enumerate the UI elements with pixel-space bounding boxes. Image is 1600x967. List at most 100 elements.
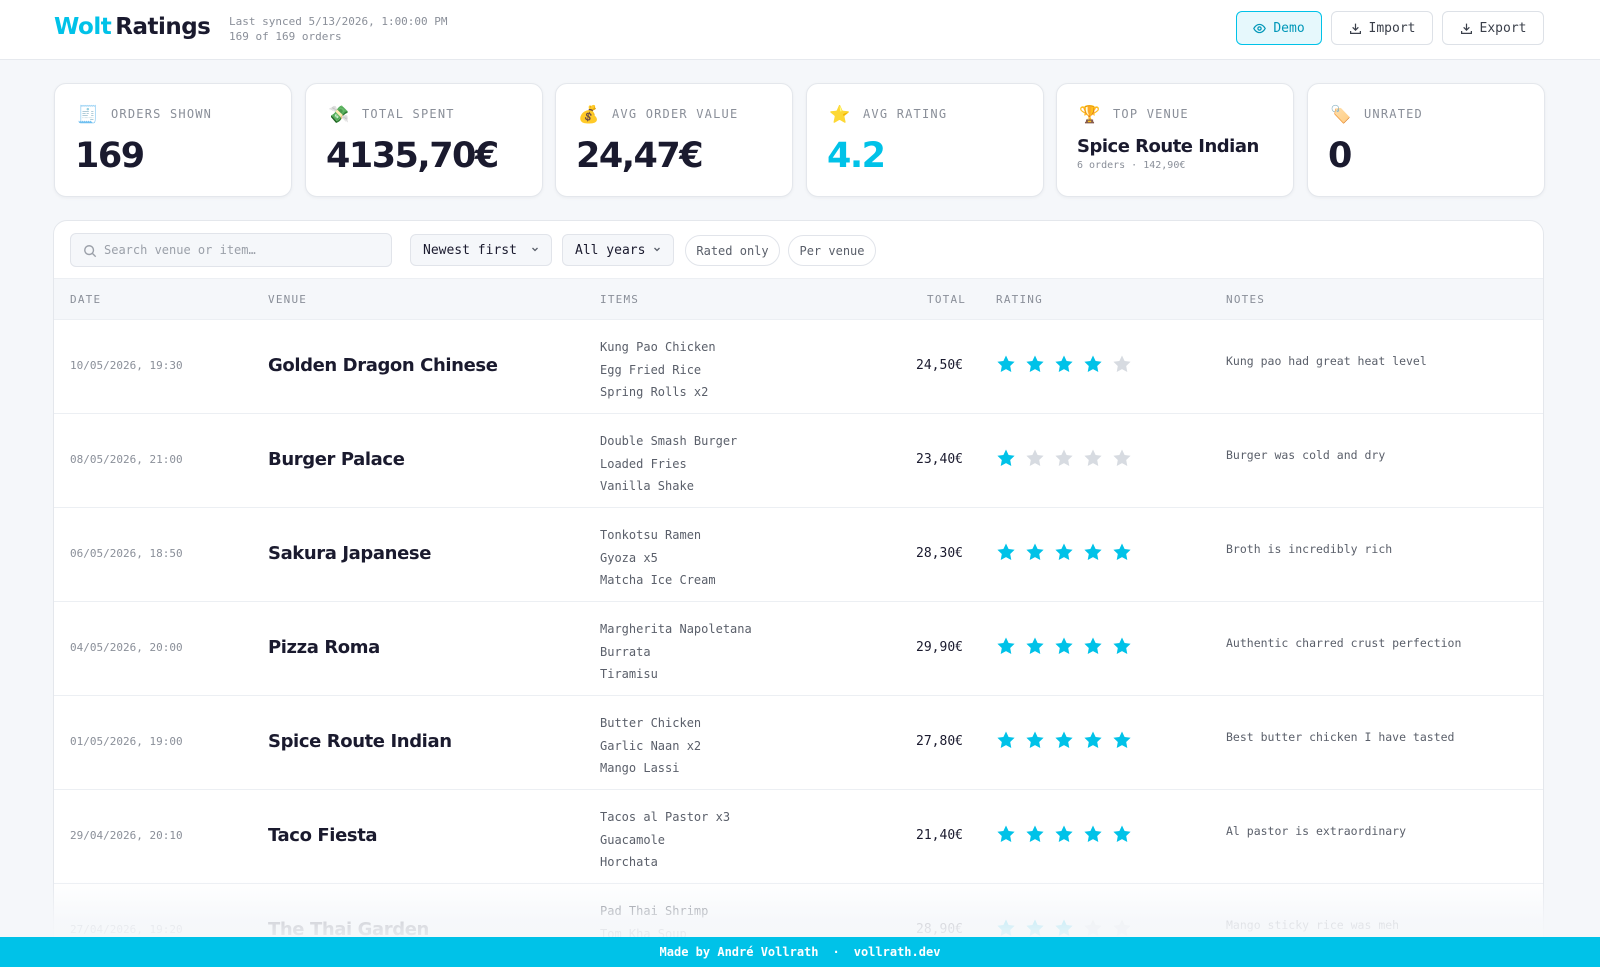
table-row[interactable]: 01/05/2026, 19:00 Spice Route Indian Butte… bbox=[54, 696, 1543, 790]
money-bag-icon: 💰 bbox=[578, 105, 600, 125]
star-empty-icon[interactable] bbox=[1083, 918, 1103, 938]
star-filled-icon[interactable] bbox=[1112, 824, 1132, 844]
star-filled-icon[interactable] bbox=[1054, 824, 1074, 844]
order-note[interactable]: Al pastor is extraordinary bbox=[1226, 824, 1406, 838]
tag-icon: 🏷️ bbox=[1330, 105, 1352, 125]
star-filled-icon[interactable] bbox=[1112, 636, 1132, 656]
venue-name: Sakura Japanese bbox=[268, 543, 432, 564]
column-header-venue[interactable]: VENUE bbox=[268, 293, 307, 306]
star-empty-icon[interactable] bbox=[1112, 448, 1132, 468]
demo-button[interactable]: Demo bbox=[1236, 11, 1322, 45]
export-label: Export bbox=[1479, 20, 1527, 36]
order-item: Horchata bbox=[600, 855, 658, 869]
star-filled-icon[interactable] bbox=[1112, 542, 1132, 562]
table-row[interactable]: 06/05/2026, 18:50 Sakura Japanese Tonkotsu… bbox=[54, 508, 1543, 602]
star-filled-icon[interactable] bbox=[1083, 824, 1103, 844]
star-filled-icon[interactable] bbox=[1083, 636, 1103, 656]
star-empty-icon[interactable] bbox=[1054, 448, 1074, 468]
star-filled-icon[interactable] bbox=[996, 448, 1016, 468]
star-filled-icon[interactable] bbox=[1054, 730, 1074, 750]
star-filled-icon[interactable] bbox=[996, 918, 1016, 938]
star-filled-icon[interactable] bbox=[996, 542, 1016, 562]
star-rating[interactable] bbox=[996, 824, 1132, 844]
order-item: Matcha Ice Cream bbox=[600, 573, 716, 587]
star-filled-icon[interactable] bbox=[1083, 730, 1103, 750]
stat-value: 4135,70€ bbox=[326, 136, 499, 176]
stat-label: TOTAL SPENT bbox=[362, 107, 455, 121]
order-item: Loaded Fries bbox=[600, 456, 687, 471]
order-item: Kung Pao Chicken bbox=[600, 340, 716, 354]
star-filled-icon[interactable] bbox=[1025, 542, 1045, 562]
rated-only-toggle[interactable]: Rated only bbox=[685, 235, 780, 266]
star-filled-icon[interactable] bbox=[1025, 824, 1045, 844]
star-rating[interactable] bbox=[996, 918, 1132, 938]
star-filled-icon[interactable] bbox=[996, 824, 1016, 844]
table-header: DATE VENUE ITEMS TOTAL RATING NOTES bbox=[54, 278, 1543, 320]
search-box[interactable] bbox=[70, 233, 392, 267]
table-row[interactable]: 10/05/2026, 19:30 Golden Dragon Chinese Ku… bbox=[54, 320, 1543, 414]
footer-separator: · bbox=[832, 945, 840, 959]
star-filled-icon[interactable] bbox=[1025, 636, 1045, 656]
star-empty-icon[interactable] bbox=[1112, 354, 1132, 374]
footer-site-link[interactable]: vollrath.dev bbox=[854, 945, 941, 959]
star-empty-icon[interactable] bbox=[1112, 918, 1132, 938]
star-filled-icon[interactable] bbox=[1083, 542, 1103, 562]
star-filled-icon[interactable] bbox=[996, 730, 1016, 750]
column-header-date[interactable]: DATE bbox=[70, 293, 101, 306]
orders-count-text: 169 of 169 orders bbox=[229, 30, 342, 43]
sort-select[interactable]: Newest first bbox=[410, 234, 552, 266]
order-item: Tiramisu bbox=[600, 667, 658, 681]
download-icon bbox=[1349, 23, 1361, 34]
star-filled-icon[interactable] bbox=[1054, 918, 1074, 938]
star-rating[interactable] bbox=[996, 636, 1132, 656]
order-note[interactable]: Best butter chicken I have tasted bbox=[1226, 730, 1454, 744]
star-rating[interactable] bbox=[996, 354, 1132, 374]
star-empty-icon[interactable] bbox=[1083, 448, 1103, 468]
order-item: Egg Fried Rice bbox=[600, 362, 702, 377]
table-row[interactable]: 04/05/2026, 20:00 Pizza Roma Margherita Na… bbox=[54, 602, 1543, 696]
year-select[interactable]: All years bbox=[562, 234, 674, 266]
star-filled-icon[interactable] bbox=[1054, 636, 1074, 656]
table-row[interactable]: 29/04/2026, 20:10 Taco Fiesta Tacos al Pas… bbox=[54, 790, 1543, 884]
column-header-total[interactable]: TOTAL bbox=[927, 293, 966, 306]
star-filled-icon[interactable] bbox=[1054, 354, 1074, 374]
logo-product: Ratings bbox=[115, 14, 211, 40]
stat-label: AVG ORDER VALUE bbox=[612, 107, 739, 121]
order-item: Double Smash Burger bbox=[600, 434, 738, 448]
order-note[interactable]: Authentic charred crust perfection bbox=[1226, 636, 1461, 650]
star-rating[interactable] bbox=[996, 542, 1132, 562]
stat-card-top-venue: 🏆 TOP VENUE Spice Route Indian 6 orders … bbox=[1056, 83, 1294, 197]
stat-label: AVG RATING bbox=[863, 107, 948, 121]
order-item: Garlic Naan x2 bbox=[600, 738, 702, 753]
venue-name: Pizza Roma bbox=[268, 637, 380, 658]
star-filled-icon[interactable] bbox=[1025, 918, 1045, 938]
star-filled-icon[interactable] bbox=[1054, 542, 1074, 562]
order-item: Tonkotsu Ramen bbox=[600, 528, 702, 542]
order-date: 04/05/2026, 20:00 bbox=[70, 641, 183, 654]
column-header-rating[interactable]: RATING bbox=[996, 293, 1043, 306]
order-total: 24,50€ bbox=[916, 358, 963, 373]
star-filled-icon[interactable] bbox=[996, 354, 1016, 374]
table-row[interactable]: 08/05/2026, 21:00 Burger Palace Double Sma… bbox=[54, 414, 1543, 508]
star-rating[interactable] bbox=[996, 448, 1132, 468]
import-button[interactable]: Import bbox=[1331, 11, 1433, 45]
star-filled-icon[interactable] bbox=[1083, 354, 1103, 374]
order-item: Vanilla Shake bbox=[600, 479, 694, 493]
app-logo[interactable]: Wolt Ratings bbox=[54, 14, 211, 40]
star-filled-icon[interactable] bbox=[1112, 730, 1132, 750]
order-note[interactable]: Burger was cold and dry bbox=[1226, 448, 1385, 462]
star-filled-icon[interactable] bbox=[996, 636, 1016, 656]
star-empty-icon[interactable] bbox=[1025, 448, 1045, 468]
eye-icon bbox=[1253, 23, 1267, 33]
order-note[interactable]: Broth is incredibly rich bbox=[1226, 542, 1392, 556]
order-note[interactable]: Mango sticky rice was meh bbox=[1226, 918, 1399, 932]
star-filled-icon[interactable] bbox=[1025, 354, 1045, 374]
search-input[interactable] bbox=[104, 234, 384, 266]
star-rating[interactable] bbox=[996, 730, 1132, 750]
money-icon: 💸 bbox=[328, 105, 350, 125]
per-venue-toggle[interactable]: Per venue bbox=[788, 235, 876, 266]
star-filled-icon[interactable] bbox=[1025, 730, 1045, 750]
order-note[interactable]: Kung pao had great heat level bbox=[1226, 354, 1427, 368]
export-button[interactable]: Export bbox=[1442, 11, 1544, 45]
chevron-down-icon bbox=[654, 247, 660, 252]
